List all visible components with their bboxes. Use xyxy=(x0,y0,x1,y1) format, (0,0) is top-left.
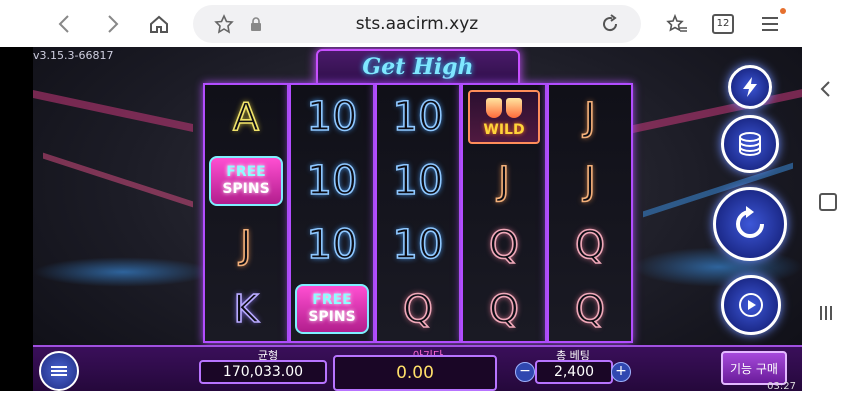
free-spins-symbol: FREE SPINS xyxy=(295,284,369,334)
reel-2: 10 10 10 FREE SPINS xyxy=(289,83,375,343)
turbo-button[interactable] xyxy=(728,65,772,109)
bet-increase-button[interactable]: + xyxy=(611,362,631,382)
lightning-icon xyxy=(743,77,757,97)
win-value: 0.00 xyxy=(333,355,497,391)
game-menu-button[interactable] xyxy=(39,351,79,391)
favorites-icon[interactable] xyxy=(662,9,692,39)
clock: 03:27 xyxy=(767,381,796,391)
back-chevron-icon[interactable] xyxy=(819,80,831,102)
symbol-j: J xyxy=(498,158,511,204)
browser-toolbar: sts.aacirm.xyz 12 xyxy=(0,0,850,47)
symbol-10: 10 xyxy=(392,93,445,141)
symbol-k: K xyxy=(233,286,260,332)
neon-beam xyxy=(43,152,193,208)
coins-stack-icon xyxy=(739,132,761,156)
spin-button[interactable] xyxy=(713,187,787,261)
symbol-q: Q xyxy=(488,286,520,332)
neon-glow xyxy=(33,257,213,287)
recents-icon[interactable] xyxy=(819,305,833,325)
symbol-10: 10 xyxy=(392,221,445,269)
autoplay-button[interactable] xyxy=(721,275,781,335)
symbol-q: Q xyxy=(402,286,434,332)
symbol-q: Q xyxy=(574,222,606,268)
url-text[interactable]: sts.aacirm.xyz xyxy=(193,14,641,34)
reel-1: A FREE SPINS J K xyxy=(203,83,289,343)
tab-count: 12 xyxy=(712,14,734,34)
symbol-10: 10 xyxy=(392,157,445,205)
reel-5: J J Q Q xyxy=(547,83,633,343)
wild-symbol: WILD xyxy=(468,90,540,144)
neon-beam xyxy=(33,89,193,133)
symbol-q: Q xyxy=(488,222,520,268)
symbol-10: 10 xyxy=(306,221,359,269)
symbol-10: 10 xyxy=(306,93,359,141)
autoplay-icon xyxy=(739,293,763,317)
bet-value: 2,400 xyxy=(535,360,613,384)
free-spins-symbol: FREE SPINS xyxy=(209,156,283,206)
notification-dot xyxy=(780,8,786,14)
version-label: v3.15.3-66817 xyxy=(33,49,114,62)
spin-arrow-icon xyxy=(736,206,764,238)
forward-icon[interactable] xyxy=(98,9,128,39)
symbol-10: 10 xyxy=(306,157,359,205)
slot-game: v3.15.3-66817 Get High A FREE SPINS J K 1… xyxy=(33,47,802,391)
reel-3: 10 10 10 Q xyxy=(375,83,461,343)
address-bar[interactable]: sts.aacirm.xyz xyxy=(193,5,641,43)
home-icon[interactable] xyxy=(144,9,174,39)
neon-glow xyxy=(633,247,802,287)
logo-text: Get High xyxy=(362,54,474,80)
buy-feature-button[interactable]: 기능 구매 xyxy=(721,351,787,385)
reel-4: WILD J Q Q xyxy=(461,83,547,343)
neon-beam xyxy=(633,88,802,134)
symbol-q: Q xyxy=(574,286,606,332)
symbol-j: J xyxy=(240,222,253,268)
balance-value: 170,033.00 xyxy=(199,360,327,384)
tabs-icon[interactable]: 12 xyxy=(708,9,738,39)
coins-button[interactable] xyxy=(721,115,779,173)
reel-grid: A FREE SPINS J K 10 10 10 FREE SPINS 10 10 xyxy=(203,83,633,343)
bet-decrease-button[interactable]: − xyxy=(515,362,535,382)
hamburger-icon xyxy=(51,364,67,378)
system-nav-strip xyxy=(802,47,850,403)
reload-icon[interactable] xyxy=(595,9,625,39)
symbol-a: A xyxy=(232,94,260,140)
home-square-icon[interactable] xyxy=(819,193,837,211)
symbol-j: J xyxy=(584,158,597,204)
symbol-j: J xyxy=(584,94,597,140)
cocktail-icon xyxy=(484,98,524,120)
back-icon[interactable] xyxy=(49,9,79,39)
bottom-white-strip xyxy=(0,391,802,403)
bottom-bar: 균형 170,033.00 아기다 0.00 총 베팅 − 2,400 + 기능… xyxy=(33,345,802,391)
